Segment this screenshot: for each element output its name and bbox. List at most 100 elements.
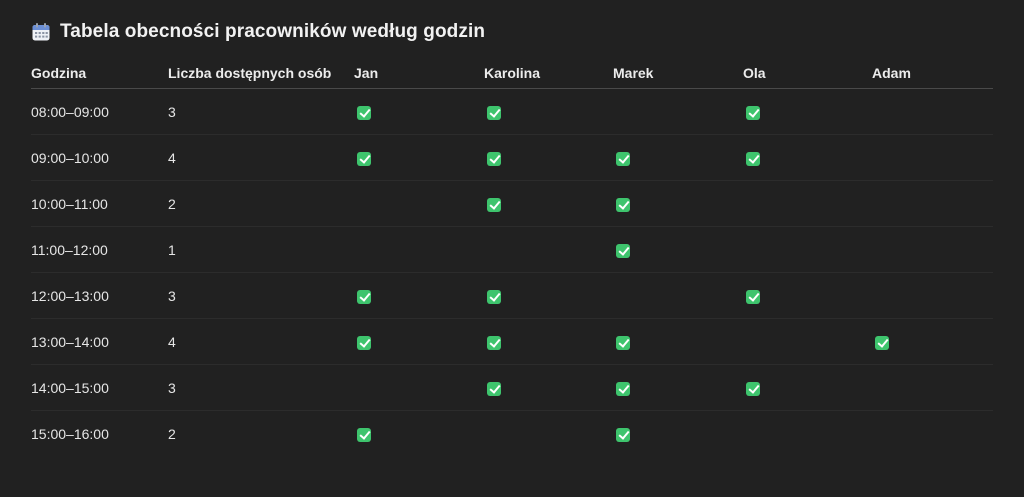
cell-available-count: 3 [168,272,354,319]
column-header-karolina: Karolina [484,58,613,89]
check-mark-icon [875,335,889,350]
column-header-jan: Jan [354,58,484,89]
cell-hour: 11:00–12:00 [31,226,168,273]
check-mark-icon [616,335,630,350]
cell-available-count: 1 [168,226,354,273]
table-row: 08:00–09:00 3 [31,88,993,135]
cell-presence-karolina [484,226,613,273]
cell-presence-marek [613,226,743,273]
cell-presence-karolina [484,318,613,365]
cell-presence-ola [743,88,872,135]
table-row: 15:00–16:00 2 [31,411,993,457]
check-mark-icon [487,381,501,396]
column-header-hour: Godzina [31,58,168,89]
cell-available-count: 4 [168,134,354,181]
cell-presence-jan [354,88,484,135]
cell-presence-karolina [484,180,613,227]
check-mark-icon [746,105,760,120]
column-header-marek: Marek [613,58,743,89]
check-mark-icon [616,197,630,212]
cell-presence-marek [613,134,743,181]
check-mark-icon [616,427,630,442]
check-mark-icon [616,381,630,396]
check-mark-icon [357,151,371,166]
cell-presence-marek [613,318,743,365]
check-mark-icon [746,381,760,396]
cell-presence-jan [354,411,484,457]
cell-hour: 08:00–09:00 [31,88,168,135]
table-row: 10:00–11:00 2 [31,180,993,227]
check-mark-icon [746,151,760,166]
cell-presence-adam [872,88,993,135]
cell-presence-ola [743,411,872,457]
check-mark-icon [487,105,501,120]
cell-presence-marek [613,272,743,319]
check-mark-icon [487,289,501,304]
cell-presence-adam [872,411,993,457]
check-mark-icon [357,335,371,350]
table-row: 13:00–14:00 4 [31,318,993,365]
table-row: 09:00–10:00 4 [31,134,993,181]
cell-presence-jan [354,272,484,319]
cell-presence-karolina [484,364,613,411]
cell-presence-ola [743,226,872,273]
cell-presence-karolina [484,272,613,319]
cell-available-count: 3 [168,88,354,135]
check-mark-icon [616,243,630,258]
cell-presence-ola [743,134,872,181]
cell-presence-ola [743,180,872,227]
check-mark-icon [357,427,371,442]
table-title: Tabela obecności pracowników według godz… [60,21,486,42]
table-body: 08:00–09:00 3 09:00–10:00 4 10:00–11:00 2 11:0… [31,88,993,457]
cell-presence-adam [872,134,993,181]
cell-presence-jan [354,134,484,181]
table-heading: Tabela obecności pracowników według godz… [31,18,993,46]
attendance-table: Godzina Liczba dostępnych osób Jan Karol… [31,58,993,456]
calendar-icon [31,22,51,42]
table-row: 11:00–12:00 1 [31,226,993,273]
column-header-ola: Ola [743,58,872,89]
cell-presence-jan [354,318,484,365]
header-row: Godzina Liczba dostępnych osób Jan Karol… [31,58,993,89]
cell-available-count: 2 [168,180,354,227]
cell-hour: 12:00–13:00 [31,272,168,319]
column-header-count: Liczba dostępnych osób [168,58,354,89]
cell-available-count: 4 [168,318,354,365]
cell-presence-marek [613,411,743,457]
cell-presence-jan [354,180,484,227]
cell-available-count: 3 [168,364,354,411]
table-row: 14:00–15:00 3 [31,364,993,411]
check-mark-icon [487,151,501,166]
cell-hour: 15:00–16:00 [31,425,109,442]
cell-presence-karolina [484,134,613,181]
cell-hour: 13:00–14:00 [31,318,168,365]
cell-presence-adam [872,180,993,227]
cell-presence-adam [872,318,993,365]
check-mark-icon [357,289,371,304]
check-mark-icon [357,105,371,120]
cell-hour: 10:00–11:00 [31,180,168,227]
cell-presence-adam [872,364,993,411]
response-content: Tabela obecności pracowników według godz… [31,18,993,456]
check-mark-icon [616,151,630,166]
cell-presence-marek [613,180,743,227]
table-row: 12:00–13:00 3 [31,272,993,319]
cell-presence-karolina [484,88,613,135]
cell-presence-karolina [484,411,613,457]
cell-presence-jan [354,226,484,273]
check-mark-icon [746,289,760,304]
check-mark-icon [487,197,501,212]
cell-hour: 09:00–10:00 [31,134,168,181]
column-header-adam: Adam [872,58,993,89]
cell-available-count: 2 [168,425,176,442]
cell-presence-ola [743,364,872,411]
check-mark-icon [487,335,501,350]
cell-hour: 14:00–15:00 [31,364,168,411]
cell-presence-ola [743,318,872,365]
cell-presence-adam [872,226,993,273]
cell-presence-jan [354,364,484,411]
cell-presence-marek [613,364,743,411]
cell-presence-adam [872,272,993,319]
cell-presence-marek [613,88,743,135]
cell-presence-ola [743,272,872,319]
